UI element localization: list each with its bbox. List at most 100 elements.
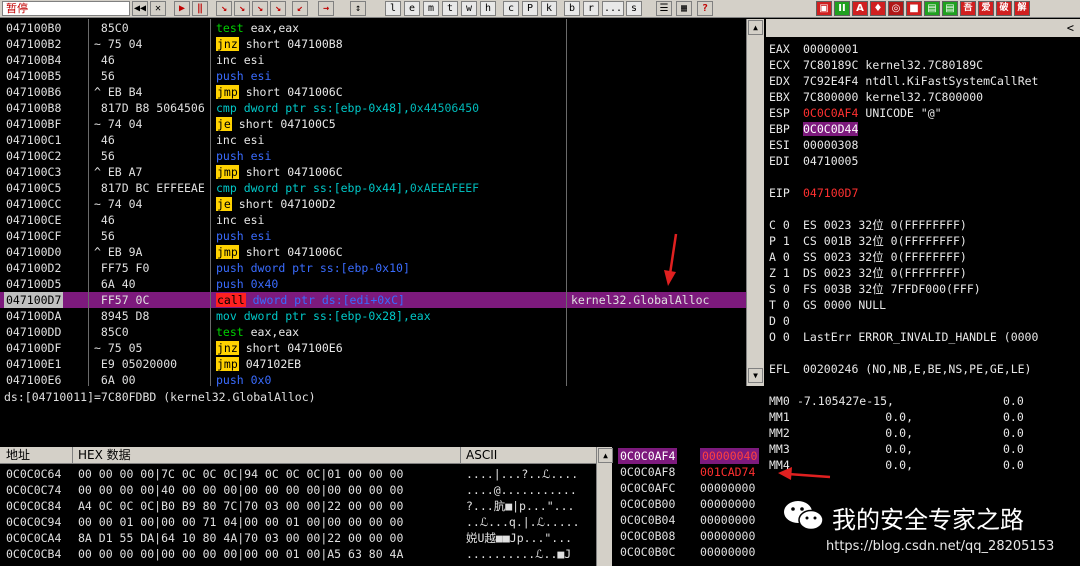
trace-over-button[interactable]: ↘	[270, 1, 286, 16]
register-line[interactable]: EDI 04710005	[769, 153, 858, 169]
register-value[interactable]: 0.0,	[803, 409, 913, 425]
register-line[interactable]: EDX 7C92E4F4 ntdll.KiFastSystemCallRet	[769, 73, 1038, 89]
register-value[interactable]: DS 0023 32位 0(FFFFFFFF)	[803, 266, 967, 280]
register-line[interactable]: EIP 047100D7	[769, 185, 858, 201]
register-line[interactable]: P 1 CS 001B 32位 0(FFFFFFFF)	[769, 233, 967, 249]
register-value[interactable]: 04710005	[803, 154, 858, 168]
register-line[interactable]: EFL 00200246 (NO,NB,E,BE,NS,PE,GE,LE)	[769, 361, 1031, 377]
column-divider[interactable]	[566, 19, 567, 386]
memory-map-button[interactable]: m	[423, 1, 439, 16]
register-value[interactable]: 00000308	[803, 138, 858, 152]
references-button[interactable]: r	[583, 1, 599, 16]
memory-dump-pane[interactable]: 地址 HEX 数据 ASCII 0C0C0C64 00 00 00 00|7C 0…	[0, 447, 612, 566]
plugin-icon-12[interactable]: 解	[1014, 1, 1030, 16]
register-line[interactable]: MM2 0.0, 0.0	[769, 425, 1024, 441]
registers-collapse-icon[interactable]: <	[1067, 19, 1074, 37]
disassembly-scrollbar[interactable]: ▲ ▼	[746, 19, 764, 386]
column-divider[interactable]	[210, 19, 211, 386]
patches-button[interactable]: P	[522, 1, 538, 16]
disasm-row[interactable]: 047100B2 ~ 75 04 jnz short 047100B8	[0, 36, 746, 52]
disasm-row[interactable]: 047100B8 817D B8 5064506 cmp dword ptr ss…	[0, 100, 746, 116]
executable-modules-button[interactable]: e	[404, 1, 420, 16]
register-line[interactable]: EAX 00000001	[769, 41, 858, 57]
plugin-icon-6[interactable]: ■	[906, 1, 922, 16]
register-value[interactable]: 047100D7	[803, 186, 858, 200]
register-line[interactable]: ESI 00000308	[769, 137, 858, 153]
register-value[interactable]: 0C0C0D44	[803, 122, 859, 136]
plugin-icon-5[interactable]: ◎	[888, 1, 904, 16]
disasm-row[interactable]: 047100D0 ^ EB 9A jmp short 0471006C	[0, 244, 746, 260]
register-value[interactable]: ES 0023 32位 0(FFFFFFFF)	[803, 218, 967, 232]
go-to-button[interactable]: →	[318, 1, 334, 16]
plugin-icon-10[interactable]: 爱	[978, 1, 994, 16]
plugin-icon-9[interactable]: 吾	[960, 1, 976, 16]
register-value[interactable]: 7C80189C	[803, 58, 858, 72]
register-value[interactable]: 00200246 (NO,NB,E,BE,NS,PE,GE,LE)	[803, 362, 1031, 376]
dump-header-address[interactable]: 地址	[6, 447, 30, 464]
register-line[interactable]: D 0	[769, 313, 803, 329]
cpu-button[interactable]: c	[503, 1, 519, 16]
disasm-row[interactable]: 047100C3 ^ EB A7 jmp short 0471006C	[0, 164, 746, 180]
register-value[interactable]: 0.0,	[803, 441, 913, 457]
register-line[interactable]: T 0 GS 0000 NULL	[769, 297, 886, 313]
threads-button[interactable]: t	[442, 1, 458, 16]
dump-scroll-up-icon[interactable]: ▲	[598, 448, 613, 463]
register-line[interactable]: EBP 0C0C0D44	[769, 121, 859, 137]
plugin-icon-1[interactable]: ▣	[816, 1, 832, 16]
register-value[interactable]: SS 0023 32位 0(FFFFFFFF)	[803, 250, 967, 264]
disasm-row[interactable]: 047100D2 FF75 F0 push dword ptr ss:[ebp-0…	[0, 260, 746, 276]
source-button[interactable]: s	[626, 1, 642, 16]
register-line[interactable]: EBX 7C800000 kernel32.7C800000	[769, 89, 983, 105]
register-value[interactable]: -7.105427e-15,	[797, 393, 907, 409]
step-over-button[interactable]: ↘	[234, 1, 250, 16]
register-line[interactable]: O 0 LastErr ERROR_INVALID_HANDLE (0000	[769, 329, 1038, 345]
scroll-up-icon[interactable]: ▲	[748, 20, 763, 35]
register-value[interactable]: 0C0C0AF4	[803, 106, 858, 120]
disasm-row[interactable]: 047100B0 85C0 test eax,eax	[0, 20, 746, 36]
disasm-row[interactable]: 047100E6 6A 00 push 0x0	[0, 372, 746, 388]
disasm-row[interactable]: 047100B4 46 inc esi	[0, 52, 746, 68]
disasm-row[interactable]: 047100E1 E9 05020000 jmp 047102EB	[0, 356, 746, 372]
register-line[interactable]: C 0 ES 0023 32位 0(FFFFFFFF)	[769, 217, 967, 233]
windows-button[interactable]: w	[461, 1, 477, 16]
pause-button[interactable]: ‖	[192, 1, 208, 16]
disasm-row[interactable]: 047100C5 817D BC EFFEEAE cmp dword ptr ss…	[0, 180, 746, 196]
register-line[interactable]: MM3 0.0, 0.0	[769, 441, 1024, 457]
register-value[interactable]: 7C800000	[803, 90, 858, 104]
plugin-icon-8[interactable]: ▤	[942, 1, 958, 16]
register-line[interactable]: A 0 SS 0023 32位 0(FFFFFFFF)	[769, 249, 967, 265]
breakpoints-button[interactable]: b	[564, 1, 580, 16]
close-button[interactable]: ✕	[150, 1, 166, 16]
handles-button[interactable]: h	[480, 1, 496, 16]
grid-icon[interactable]: ▦	[676, 1, 692, 16]
plugin-icon-2[interactable]: II	[834, 1, 850, 16]
disasm-row[interactable]: 047100DA 8945 D8 mov dword ptr ss:[ebp-0x…	[0, 308, 746, 324]
registers-pane[interactable]: 寄存器 (3DNow!) < EAX 00000001 ECX 7C80189C ker…	[766, 19, 1080, 472]
execute-till-return-button[interactable]: ↙	[292, 1, 308, 16]
plugin-icon-4[interactable]: ♦	[870, 1, 886, 16]
dump-header-ascii[interactable]: ASCII	[466, 447, 497, 464]
animate-button[interactable]: ↕	[350, 1, 366, 16]
register-line[interactable]: ECX 7C80189C kernel32.7C80189C	[769, 57, 983, 73]
disasm-row[interactable]: 047100DF ~ 75 05 jnz short 047100E6	[0, 340, 746, 356]
column-divider[interactable]	[88, 19, 89, 386]
register-value[interactable]: GS 0000 NULL	[803, 298, 886, 312]
dump-header-hex[interactable]: HEX 数据	[78, 447, 131, 464]
register-line[interactable]: S 0 FS 003B 32位 7FFDF000(FFF)	[769, 281, 981, 297]
call-stack-button[interactable]: k	[541, 1, 557, 16]
register-line[interactable]: ESP 0C0C0AF4 UNICODE "@"	[769, 105, 942, 121]
register-value[interactable]: 7C92E4F4	[803, 74, 858, 88]
log-window-button[interactable]: l	[385, 1, 401, 16]
disassembly-pane[interactable]: 047100B0 85C0 test eax,eax 047100B2 ~ 75 04…	[0, 19, 764, 388]
register-line[interactable]: MM0 -7.105427e-15, 0.0	[769, 393, 1024, 409]
disasm-row[interactable]: 047100BF ~ 74 04 je short 047100C5	[0, 116, 746, 132]
run-button[interactable]: ▶	[174, 1, 190, 16]
register-value[interactable]: FS 003B 32位 7FFDF000(FFF)	[803, 282, 981, 296]
disasm-row[interactable]: 047100D7 FF57 0C call dword ptr ds:[edi+0…	[0, 292, 746, 308]
register-value[interactable]: 00000001	[803, 42, 858, 56]
help-button[interactable]: ?	[697, 1, 713, 16]
stack-pane[interactable]: 0C0C0AF4 00000040 0C0C0AF8 001CAD74 0C0C0AFC…	[614, 447, 766, 566]
disasm-row[interactable]: 047100D5 6A 40 push 0x40	[0, 276, 746, 292]
dump-scrollbar[interactable]: ▲	[596, 447, 613, 566]
disasm-row[interactable]: 047100C1 46 inc esi	[0, 132, 746, 148]
